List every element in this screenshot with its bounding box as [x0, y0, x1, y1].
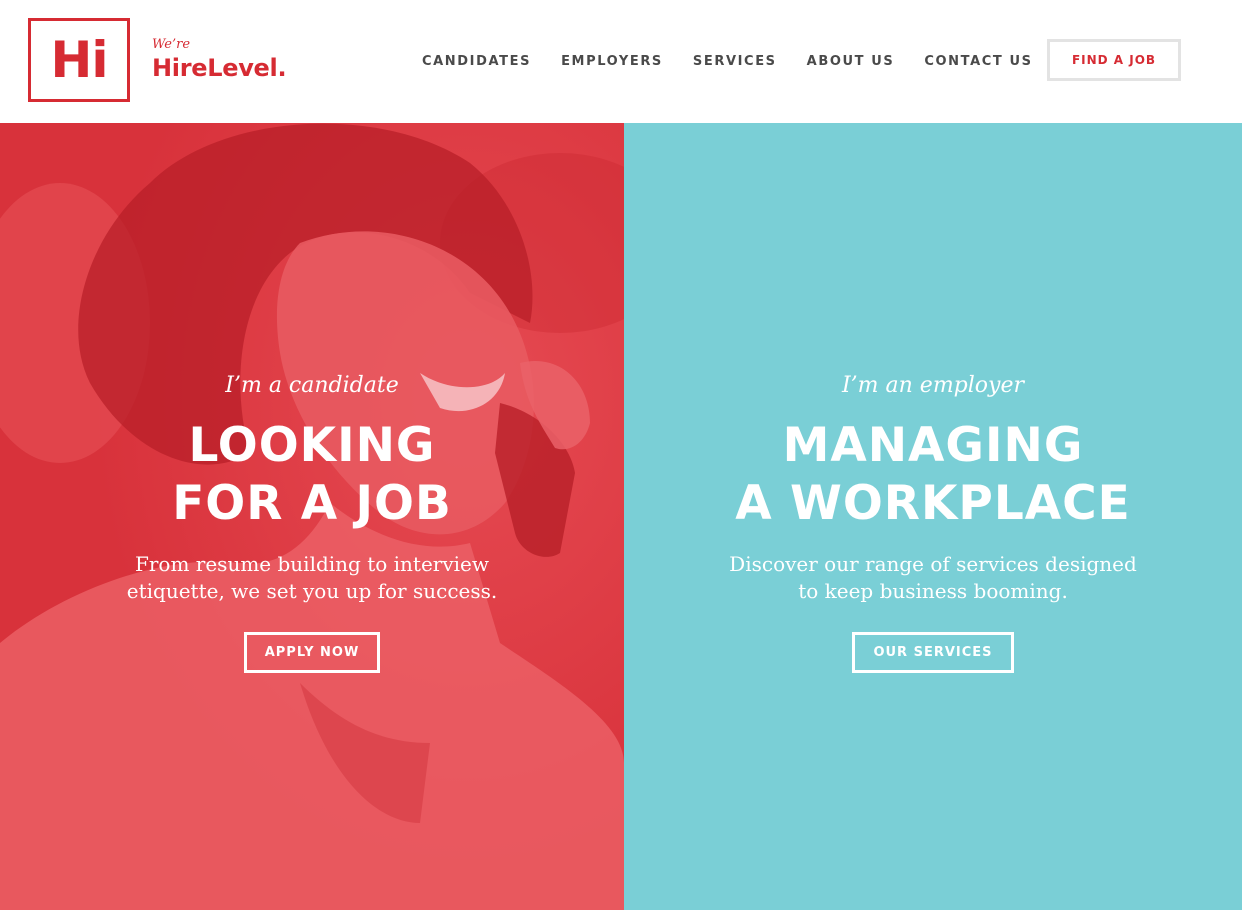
candidate-description: From resume building to interview etique…: [0, 551, 624, 605]
employer-panel: I’m an employer MANAGING A WORKPLACE Dis…: [624, 123, 1242, 910]
logo-wordmark[interactable]: HireLevel.: [152, 54, 287, 82]
employer-headline-line-2: A WORKPLACE: [735, 476, 1131, 531]
logo-mark-text: Hi: [50, 31, 109, 89]
candidate-headline: LOOKING FOR A JOB: [0, 417, 624, 533]
candidate-description-line-2: etiquette, we set you up for success.: [126, 579, 498, 603]
candidate-eyebrow: I’m a candidate: [225, 373, 399, 398]
main-nav: CANDIDATES EMPLOYERS SERVICES ABOUT US C…: [422, 54, 1063, 69]
find-a-job-button[interactable]: FIND A JOB: [1047, 39, 1181, 81]
employer-description: Discover our range of services designed …: [624, 551, 1242, 605]
candidate-headline-line-2: FOR A JOB: [172, 476, 452, 531]
site-header: Hi We’re HireLevel. CANDIDATES EMPLOYERS…: [0, 0, 1242, 123]
apply-now-button[interactable]: APPLY NOW: [243, 632, 381, 673]
nav-item-services[interactable]: SERVICES: [693, 54, 777, 69]
employer-content: I’m an employer MANAGING A WORKPLACE Dis…: [624, 373, 1242, 673]
logo-tagline: We’re: [152, 37, 191, 52]
candidate-content: I’m a candidate LOOKING FOR A JOB From r…: [0, 373, 624, 673]
nav-item-employers[interactable]: EMPLOYERS: [561, 54, 663, 69]
employer-headline-line-1: MANAGING: [782, 418, 1084, 473]
candidate-description-line-1: From resume building to interview: [134, 552, 489, 576]
candidate-headline-line-1: LOOKING: [188, 418, 436, 473]
our-services-button[interactable]: OUR SERVICES: [852, 632, 1014, 673]
nav-item-candidates[interactable]: CANDIDATES: [422, 54, 531, 69]
employer-headline: MANAGING A WORKPLACE: [624, 417, 1242, 533]
employer-description-line-2: to keep business booming.: [798, 579, 1068, 603]
nav-item-contact-us[interactable]: CONTACT US: [924, 54, 1032, 69]
employer-description-line-1: Discover our range of services designed: [729, 552, 1137, 576]
nav-item-about-us[interactable]: ABOUT US: [807, 54, 895, 69]
candidate-panel: I’m a candidate LOOKING FOR A JOB From r…: [0, 123, 624, 910]
employer-eyebrow: I’m an employer: [841, 373, 1025, 398]
logo-mark[interactable]: Hi: [28, 18, 130, 102]
